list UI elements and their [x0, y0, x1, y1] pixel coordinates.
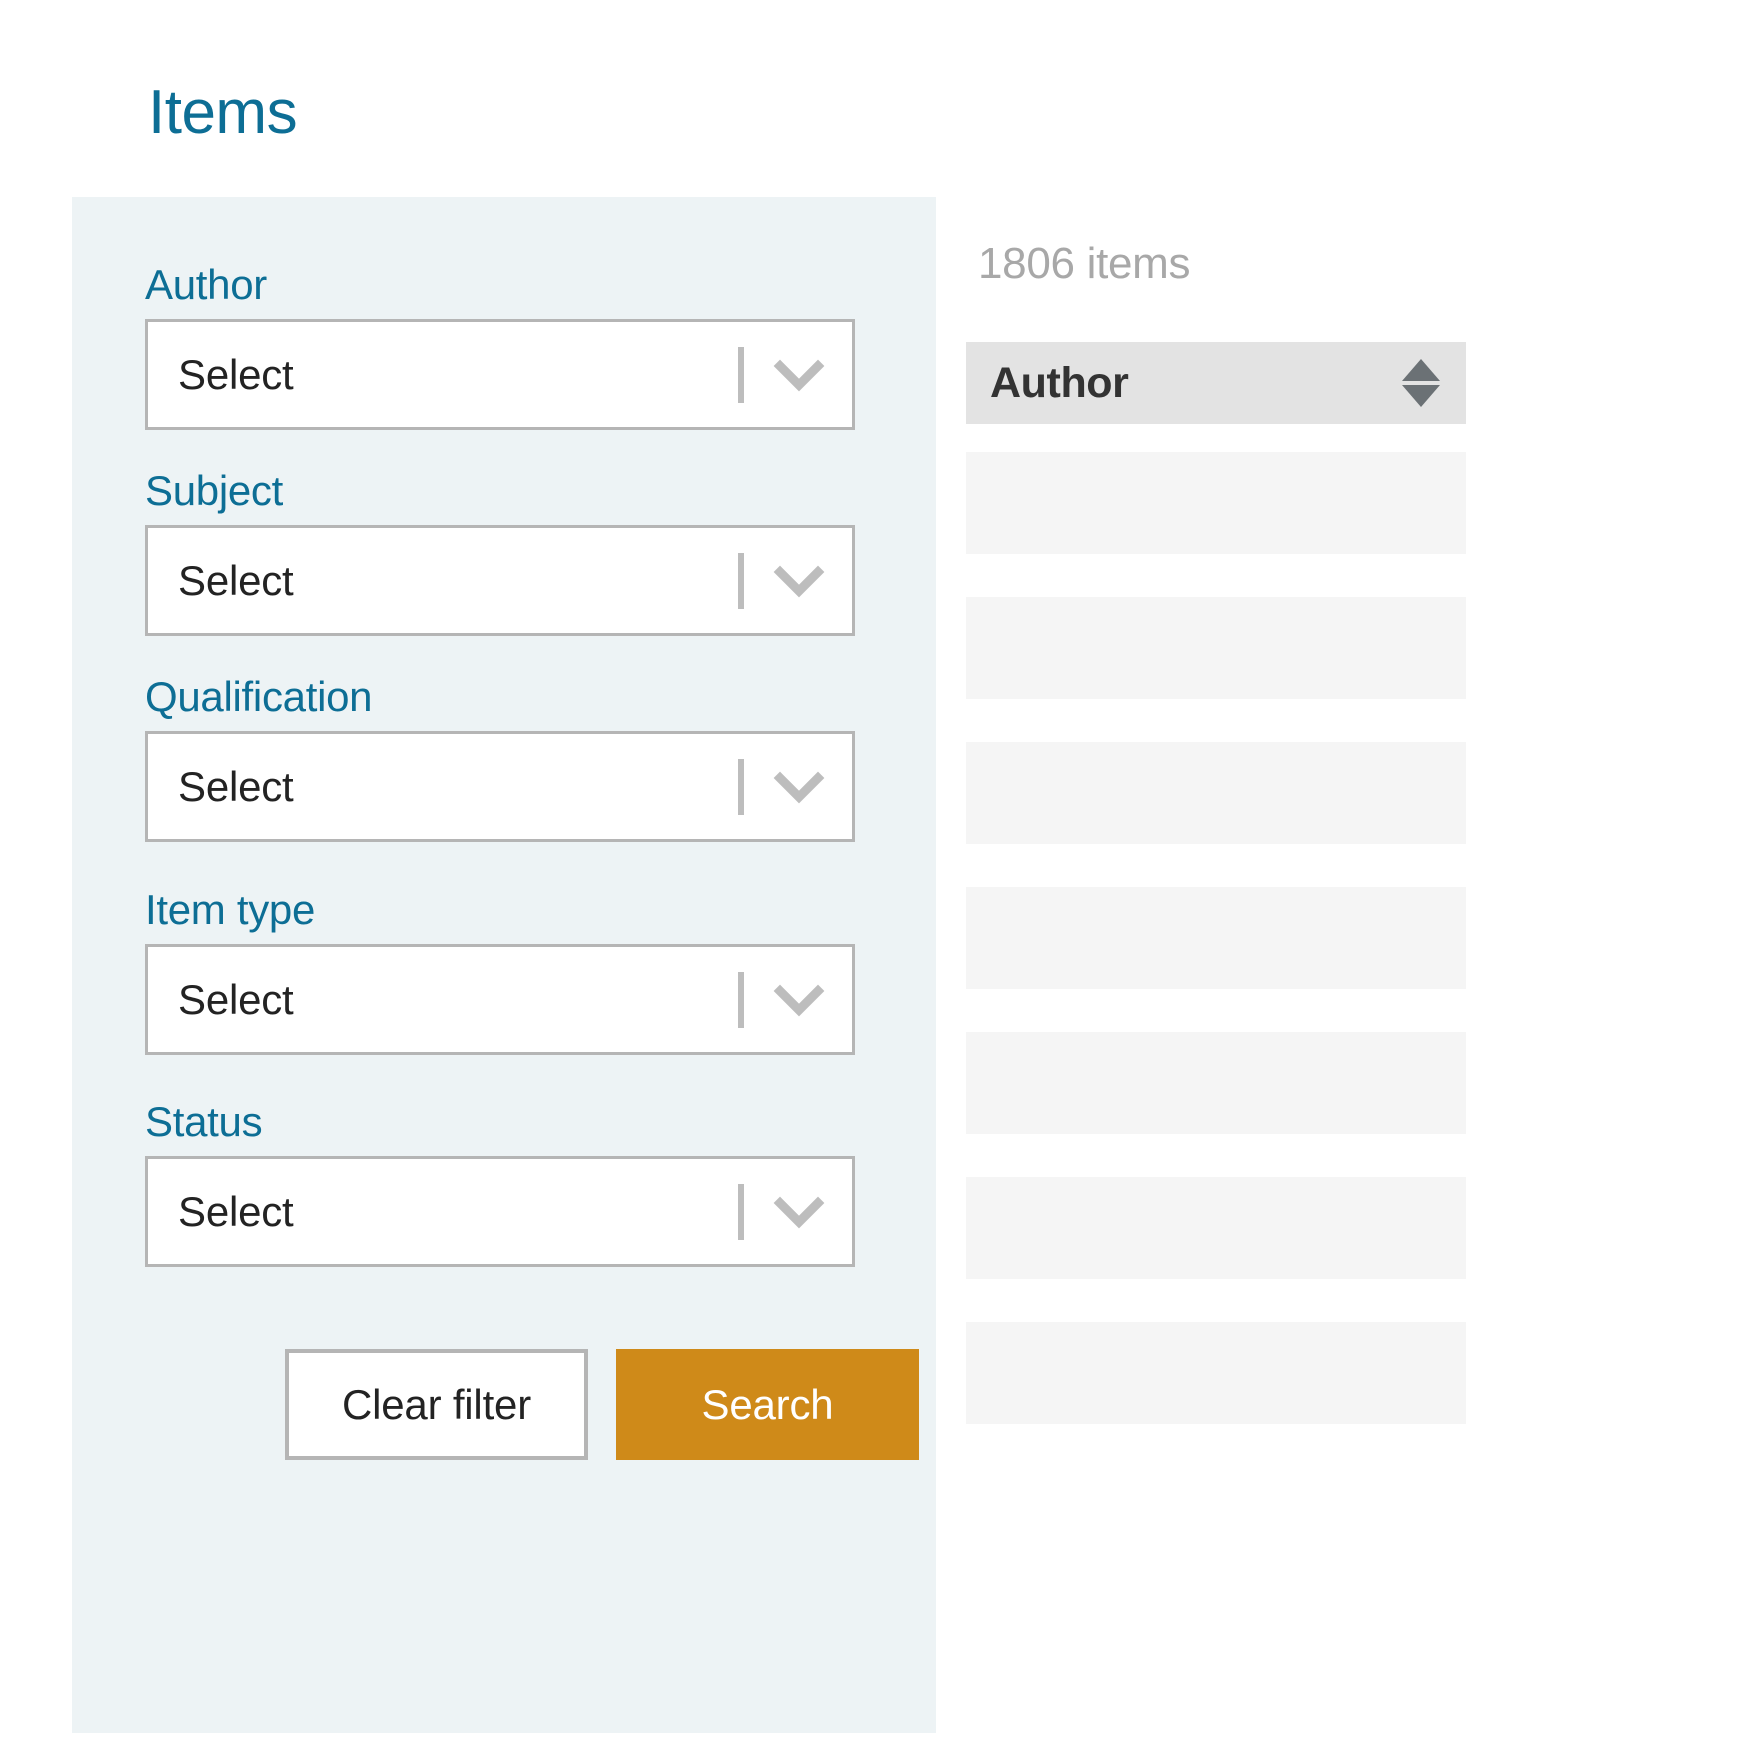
filter-field-subject: Subject Select [145, 468, 855, 636]
filter-label-qualification: Qualification [145, 674, 855, 720]
qualification-select-value: Select [148, 763, 738, 811]
items-search-page: Items Author Select Subject Select [0, 0, 1740, 1755]
author-select-value: Select [148, 351, 738, 399]
filter-label-subject: Subject [145, 468, 855, 514]
status-select[interactable]: Select [145, 1156, 855, 1267]
filter-label-item-type: Item type [145, 887, 855, 933]
sort-updown-icon[interactable] [1402, 357, 1440, 409]
table-header-author[interactable]: Author [966, 342, 1466, 424]
status-select-value: Select [148, 1188, 738, 1236]
search-button[interactable]: Search [616, 1349, 919, 1460]
table-row[interactable] [966, 597, 1466, 699]
results-rows [966, 452, 1466, 1424]
select-divider [738, 972, 744, 1028]
select-divider [738, 347, 744, 403]
table-row[interactable] [966, 742, 1466, 844]
sort-descending-triangle [1402, 385, 1440, 407]
select-divider [738, 1184, 744, 1240]
filter-field-item-type: Item type Select [145, 887, 855, 1055]
chevron-down-icon[interactable] [768, 344, 830, 406]
item-type-select-value: Select [148, 976, 738, 1024]
select-divider [738, 759, 744, 815]
filter-field-status: Status Select [145, 1099, 855, 1267]
results-count: 1806 items [978, 239, 1190, 289]
table-row[interactable] [966, 452, 1466, 554]
chevron-down-icon[interactable] [768, 1181, 830, 1243]
author-select[interactable]: Select [145, 319, 855, 430]
sort-ascending-triangle [1402, 359, 1440, 381]
subject-select[interactable]: Select [145, 525, 855, 636]
clear-filter-button[interactable]: Clear filter [285, 1349, 588, 1460]
chevron-down-icon[interactable] [768, 756, 830, 818]
table-row[interactable] [966, 1032, 1466, 1134]
table-header-label-author: Author [990, 359, 1402, 408]
filter-label-status: Status [145, 1099, 855, 1145]
filter-actions: Clear filter Search [285, 1349, 919, 1460]
item-type-select[interactable]: Select [145, 944, 855, 1055]
page-title: Items [148, 80, 297, 145]
table-row[interactable] [966, 1177, 1466, 1279]
subject-select-value: Select [148, 557, 738, 605]
filter-field-qualification: Qualification Select [145, 674, 855, 842]
chevron-down-icon[interactable] [768, 969, 830, 1031]
chevron-down-icon[interactable] [768, 550, 830, 612]
filter-field-author: Author Select [145, 262, 855, 430]
filter-label-author: Author [145, 262, 855, 308]
qualification-select[interactable]: Select [145, 731, 855, 842]
filter-panel: Author Select Subject Select [72, 197, 936, 1733]
results-table: Author [966, 342, 1466, 1424]
table-row[interactable] [966, 1322, 1466, 1424]
table-row[interactable] [966, 887, 1466, 989]
select-divider [738, 553, 744, 609]
